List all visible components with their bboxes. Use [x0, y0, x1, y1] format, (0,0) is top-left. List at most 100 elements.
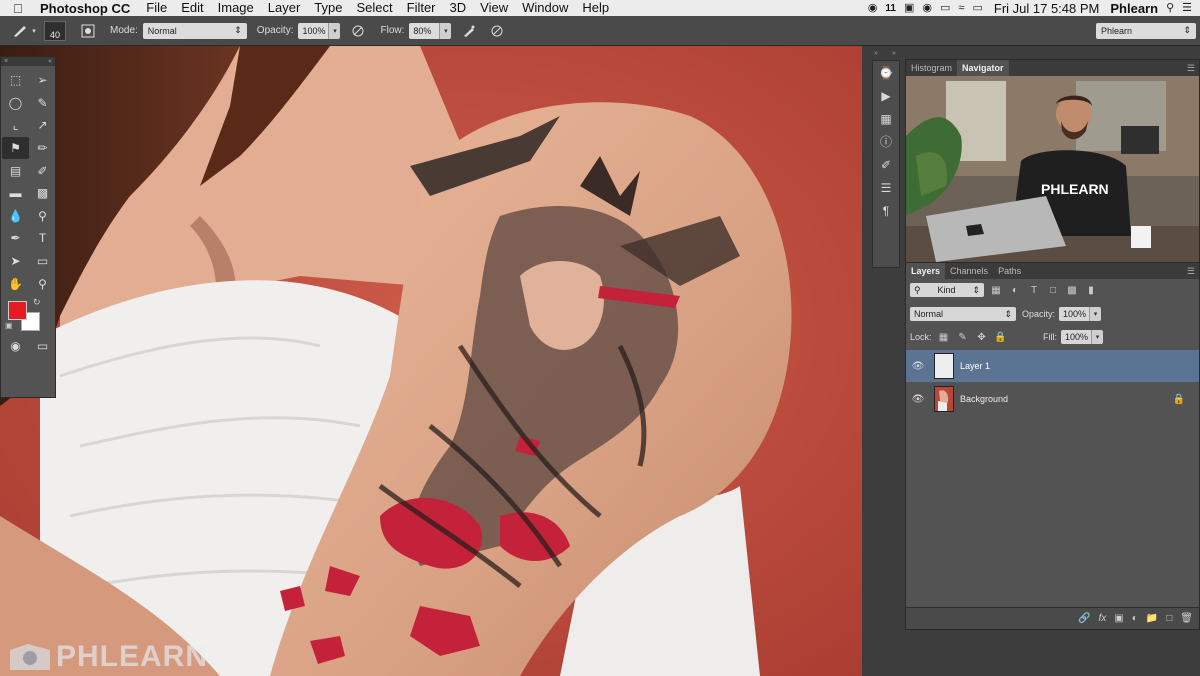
adjustment-layer-icon[interactable]: ◐: [1132, 613, 1138, 624]
menu-window[interactable]: Window: [515, 0, 575, 16]
airbrush-icon[interactable]: [457, 21, 481, 41]
lock-pixels-icon[interactable]: ✎: [956, 330, 970, 344]
quick-mask-icon[interactable]: ◉: [2, 335, 29, 358]
brush-panel-toggle-icon[interactable]: [76, 21, 100, 41]
apple-icon[interactable]: : [8, 1, 28, 16]
menu-app-name[interactable]: Photoshop CC: [28, 1, 139, 16]
actions-panel-icon[interactable]: ▶: [873, 84, 899, 107]
filter-pixel-icon[interactable]: ▦: [989, 283, 1003, 297]
foreground-color-swatch[interactable]: [8, 300, 27, 320]
dock-collapse-icon[interactable]: »: [874, 50, 878, 58]
filter-shape-icon[interactable]: □: [1046, 283, 1060, 297]
wifi-icon[interactable]: ≈: [958, 1, 964, 15]
blend-mode-select[interactable]: Normal ⇕: [910, 307, 1016, 321]
delete-layer-icon[interactable]: 🗑: [1180, 613, 1193, 624]
tab-channels[interactable]: Channels: [945, 263, 993, 279]
screen-mode-icon[interactable]: ▭: [29, 335, 56, 358]
close-icon[interactable]: ×: [4, 58, 8, 65]
paragraph-panel-icon[interactable]: ¶: [873, 199, 899, 222]
fill-input[interactable]: 100%: [1061, 330, 1091, 344]
tools-panel-header[interactable]: × «: [1, 57, 55, 66]
menu-view[interactable]: View: [473, 0, 515, 16]
flow-input[interactable]: 80%: [409, 22, 440, 39]
gradient-tool-icon[interactable]: ▩: [29, 182, 56, 205]
clone-stamp-tool-icon[interactable]: ▤: [2, 159, 29, 182]
menu-edit[interactable]: Edit: [174, 0, 210, 16]
creative-cloud-icon[interactable]: ◉: [868, 1, 878, 15]
status-icon[interactable]: ▣: [904, 1, 914, 15]
tab-paths[interactable]: Paths: [993, 263, 1026, 279]
menu-3d[interactable]: 3D: [443, 0, 474, 16]
brush-presets-panel-icon[interactable]: ✐: [873, 153, 899, 176]
flow-dropdown-icon[interactable]: ▾: [439, 22, 452, 39]
brush-tool-preset-icon[interactable]: [10, 21, 30, 41]
menu-user[interactable]: Phlearn: [1110, 1, 1158, 16]
fill-dropdown-icon[interactable]: ▾: [1091, 330, 1103, 344]
preset-dropdown-arrow-icon[interactable]: ▾: [30, 21, 38, 41]
document-canvas[interactable]: [0, 46, 862, 676]
adjustments-panel-icon[interactable]: ☰: [873, 176, 899, 199]
panel-menu-icon[interactable]: ☰: [1187, 60, 1199, 76]
layer-opacity-dropdown-icon[interactable]: ▾: [1089, 307, 1102, 321]
path-selection-tool-icon[interactable]: ➤: [2, 250, 29, 273]
pressure-opacity-icon[interactable]: [346, 21, 370, 41]
marquee-tool-icon[interactable]: ⬚: [2, 69, 29, 92]
menu-filter[interactable]: Filter: [400, 0, 443, 16]
menu-image[interactable]: Image: [211, 0, 261, 16]
panel-menu-icon[interactable]: ☰: [1187, 263, 1199, 279]
default-colors-icon[interactable]: ▣: [5, 321, 13, 330]
lock-all-icon[interactable]: 🔒: [994, 330, 1008, 344]
spotlight-search-icon[interactable]: ⚲: [1166, 1, 1174, 15]
swap-colors-icon[interactable]: ↻: [33, 297, 41, 308]
tab-layers[interactable]: Layers: [906, 263, 946, 279]
record-icon[interactable]: ◉: [922, 1, 932, 15]
brush-size-picker[interactable]: 40: [44, 20, 66, 41]
new-layer-icon[interactable]: □: [1166, 613, 1172, 624]
info-panel-icon[interactable]: ⓘ: [873, 130, 899, 153]
move-tool-icon[interactable]: ➢: [29, 69, 56, 92]
filter-smart-object-icon[interactable]: ▩: [1065, 283, 1079, 297]
menu-help[interactable]: Help: [575, 0, 616, 16]
filter-adjustment-icon[interactable]: ◐: [1008, 283, 1022, 297]
visibility-eye-icon[interactable]: 👁: [906, 361, 930, 372]
opacity-dropdown-icon[interactable]: ▾: [328, 22, 341, 39]
new-group-icon[interactable]: 📁: [1146, 613, 1158, 624]
add-mask-icon[interactable]: ▣: [1114, 613, 1123, 624]
hand-tool-icon[interactable]: ✋: [2, 272, 29, 295]
pressure-size-icon[interactable]: [485, 21, 509, 41]
lasso-tool-icon[interactable]: ◯: [2, 92, 29, 115]
menu-clock[interactable]: Fri Jul 17 5:48 PM: [991, 1, 1103, 16]
lock-transparency-icon[interactable]: ▦: [937, 330, 951, 344]
opacity-input[interactable]: 100%: [298, 22, 329, 39]
pen-tool-icon[interactable]: ✒: [2, 227, 29, 250]
layer-filter-kind-select[interactable]: ⚲ Kind ⇕: [910, 283, 984, 297]
notification-center-icon[interactable]: ☰: [1182, 1, 1192, 15]
visibility-eye-icon[interactable]: 👁: [906, 394, 930, 405]
tab-navigator[interactable]: Navigator: [957, 60, 1009, 76]
menu-select[interactable]: Select: [349, 0, 399, 16]
history-brush-tool-icon[interactable]: ✐: [29, 159, 56, 182]
dock-expand-icon[interactable]: »: [892, 50, 896, 58]
blur-tool-icon[interactable]: 💧: [2, 205, 29, 228]
workspace-select[interactable]: Phlearn ⇕: [1096, 22, 1196, 39]
collapse-icon[interactable]: «: [48, 58, 52, 65]
rectangle-tool-icon[interactable]: ▭: [29, 250, 56, 273]
brush-tool-icon[interactable]: ✏: [29, 137, 56, 160]
filter-toggle-icon[interactable]: ▮: [1084, 283, 1098, 297]
type-tool-icon[interactable]: T: [29, 227, 56, 250]
layer-row-layer-1[interactable]: 👁 Layer 1: [906, 350, 1199, 382]
menu-layer[interactable]: Layer: [261, 0, 308, 16]
layer-opacity-input[interactable]: 100%: [1059, 307, 1090, 321]
spot-healing-tool-icon[interactable]: ⚑: [2, 136, 29, 160]
battery-icon[interactable]: ▭: [972, 1, 982, 15]
menu-file[interactable]: File: [139, 0, 174, 16]
layer-style-icon[interactable]: fx: [1099, 613, 1107, 624]
tab-histogram[interactable]: Histogram: [906, 60, 957, 76]
eraser-tool-icon[interactable]: ▬: [2, 182, 29, 205]
menu-type[interactable]: Type: [307, 0, 349, 16]
airplay-icon[interactable]: ▭: [940, 1, 950, 15]
history-panel-icon[interactable]: ⌚: [873, 61, 899, 84]
dodge-tool-icon[interactable]: ⚲: [29, 205, 56, 228]
layer-row-background[interactable]: 👁 Background 🔒: [906, 383, 1199, 415]
navigator-preview[interactable]: PHLEARN: [906, 76, 1199, 262]
